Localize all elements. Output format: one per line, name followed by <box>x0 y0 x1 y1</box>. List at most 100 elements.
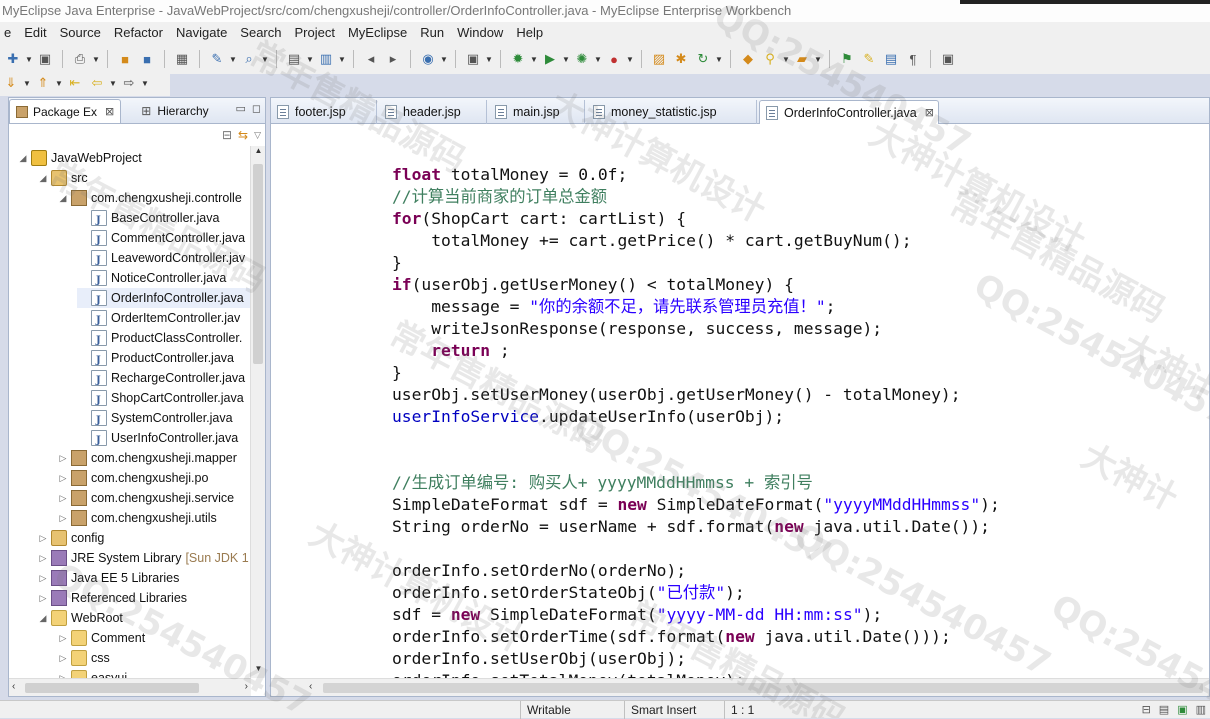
prev-annotation-icon[interactable]: ⇑ <box>32 72 54 94</box>
code-line[interactable]: SimpleDateFormat sdf = new SimpleDateFor… <box>392 494 1000 516</box>
close-icon[interactable]: ⊠ <box>105 105 114 118</box>
tree-item-java[interactable]: OrderInfoController.java <box>77 288 251 311</box>
collapsed-arrow-icon[interactable]: ▷ <box>57 628 69 648</box>
tree-vertical-scrollbar[interactable]: ▲ ▼ <box>250 146 265 678</box>
server-icon[interactable]: ■ <box>114 48 136 70</box>
task-icon[interactable]: ◆ <box>737 48 759 70</box>
collapsed-arrow-icon[interactable]: ▷ <box>57 668 69 678</box>
menu-item-project[interactable]: Project <box>295 22 335 44</box>
editor-tab[interactable]: OrderInfoController.java ⊠ <box>759 100 939 124</box>
tree-item-project[interactable]: ◢ JavaWebProject <box>17 148 251 168</box>
dropdown-chevron-down-icon[interactable]: ▼ <box>54 79 64 88</box>
dropdown-chevron-down-icon[interactable]: ▼ <box>625 55 635 64</box>
search-icon[interactable]: ⌕ <box>238 48 260 70</box>
tree-item-java[interactable]: ProductClassController. <box>77 328 251 351</box>
tree-item-java[interactable]: RechargeController.java <box>77 368 251 391</box>
code-line[interactable]: return ; <box>392 340 509 362</box>
code-line[interactable]: //生成订单编号: 购买人+ yyyyMMddHHmmss + 索引号 <box>392 472 813 494</box>
scroll-down-icon[interactable]: ▼ <box>251 664 266 678</box>
code-line[interactable]: float totalMoney = 0.0f; <box>392 164 627 186</box>
build-icon[interactable]: ✹ <box>507 48 529 70</box>
progress-icon[interactable]: ⊟ <box>1142 703 1151 716</box>
code-line[interactable]: sdf = new SimpleDateFormat("yyyy-MM-dd H… <box>392 604 882 626</box>
dropdown-chevron-down-icon[interactable]: ▼ <box>260 55 270 64</box>
code-line[interactable]: } <box>392 362 402 384</box>
collapsed-arrow-icon[interactable]: ▷ <box>57 648 69 668</box>
dropdown-chevron-down-icon[interactable]: ▼ <box>305 55 315 64</box>
heap-icon[interactable]: ▤ <box>1159 703 1169 716</box>
open-type-icon[interactable]: ✎ <box>206 48 228 70</box>
new-package-icon[interactable]: ▨ <box>648 48 670 70</box>
collapse-all-icon[interactable]: ⊟ <box>222 128 232 142</box>
code-line[interactable]: for(ShopCart cart: cartList) { <box>392 208 686 230</box>
view-menu-chevron-down-icon[interactable]: ▽ <box>254 130 261 141</box>
perspective-debug-icon[interactable]: ▣ <box>937 48 959 70</box>
tree-item-java[interactable]: LeavewordController.jav <box>77 248 251 271</box>
editor-horizontal-scrollbar[interactable]: ‹ <box>271 678 1209 696</box>
tree-item-java[interactable]: UserInfoController.java <box>77 428 251 451</box>
tree-item-pkg[interactable]: ▷ com.chengxusheji.utils <box>57 508 251 528</box>
back-icon[interactable]: ◂ <box>360 48 382 70</box>
collapsed-arrow-icon[interactable]: ▷ <box>37 588 49 608</box>
tree-item-java[interactable]: SystemController.java <box>77 408 251 431</box>
menu-item-refactor[interactable]: Refactor <box>114 22 163 44</box>
highlight-icon[interactable]: ✎ <box>858 48 880 70</box>
code-line[interactable]: userObj.setUserMoney(userObj.getUserMone… <box>392 384 961 406</box>
dropdown-chevron-down-icon[interactable]: ▼ <box>337 55 347 64</box>
code-line[interactable]: if(userObj.getUserMoney() < totalMoney) … <box>392 274 794 296</box>
scroll-right-icon[interactable]: › <box>245 681 248 692</box>
maximize-icon[interactable]: ◻ <box>252 102 261 115</box>
tree-item-folder[interactable]: ▷ css <box>57 648 251 668</box>
menu-item-window[interactable]: Window <box>457 22 503 44</box>
tree-item-java[interactable]: ShopCartController.java <box>77 388 251 411</box>
page-icon[interactable]: ▥ <box>315 48 337 70</box>
dropdown-chevron-down-icon[interactable]: ▼ <box>714 55 724 64</box>
collapsed-arrow-icon[interactable]: ▷ <box>57 468 69 488</box>
editor-tab[interactable]: main.jsp <box>489 100 585 124</box>
folder-open-icon[interactable]: ▰ <box>791 48 813 70</box>
code-line[interactable]: writeJsonResponse(response, success, mes… <box>392 318 882 340</box>
expanded-arrow-icon[interactable]: ◢ <box>37 608 49 628</box>
menu-item-source[interactable]: Source <box>60 22 101 44</box>
link-with-editor-icon[interactable]: ⇆ <box>238 128 248 142</box>
code-line[interactable]: orderInfo.setUserObj(userObj); <box>392 648 686 670</box>
dropdown-chevron-down-icon[interactable]: ▼ <box>781 55 791 64</box>
expanded-arrow-icon[interactable]: ◢ <box>57 188 69 208</box>
scroll-left-icon[interactable]: ‹ <box>309 681 312 692</box>
expanded-arrow-icon[interactable]: ◢ <box>17 148 29 168</box>
dropdown-chevron-down-icon[interactable]: ▼ <box>22 79 32 88</box>
editor-tab[interactable]: money_statistic.jsp <box>587 100 757 124</box>
minimize-icon[interactable]: ▭ <box>235 102 245 115</box>
tree-item-lib[interactable]: ▷ Referenced Libraries <box>37 588 251 608</box>
dropdown-chevron-down-icon[interactable]: ▼ <box>529 55 539 64</box>
menu-item-search[interactable]: Search <box>240 22 281 44</box>
dropdown-chevron-down-icon[interactable]: ▼ <box>140 79 150 88</box>
tree-item-java[interactable]: CommentController.java <box>77 228 251 251</box>
collapsed-arrow-icon[interactable]: ▷ <box>37 568 49 588</box>
print-icon[interactable]: ⎙ <box>69 48 91 70</box>
tab-package-explorer[interactable]: Package Ex ⊠ <box>9 99 122 123</box>
refresh-icon[interactable]: ↻ <box>692 48 714 70</box>
last-edit-icon[interactable]: ⇤ <box>64 72 86 94</box>
tree-item-pkg[interactable]: ▷ com.chengxusheji.mapper <box>57 448 251 468</box>
new-class-icon[interactable]: ✱ <box>670 48 692 70</box>
deploy-icon[interactable]: ■ <box>136 48 158 70</box>
run-icon[interactable]: ▶ <box>539 48 561 70</box>
close-icon[interactable]: ⊠ <box>925 106 934 119</box>
forward-nav-icon[interactable]: ⇨ <box>118 72 140 94</box>
debug-icon[interactable]: ✺ <box>571 48 593 70</box>
tree-item-folder[interactable]: ◢ WebRoot <box>37 608 251 628</box>
dropdown-chevron-down-icon[interactable]: ▼ <box>439 55 449 64</box>
lock-icon[interactable]: ▦ <box>171 48 193 70</box>
code-line[interactable]: orderInfo.setOrderTime(sdf.format(new ja… <box>392 626 951 648</box>
tree-item-java[interactable]: NoticeController.java <box>77 268 251 291</box>
dropdown-chevron-down-icon[interactable]: ▼ <box>561 55 571 64</box>
scroll-left-icon[interactable]: ‹ <box>12 681 15 692</box>
code-line[interactable]: String orderNo = userName + sdf.format(n… <box>392 516 990 538</box>
browser-icon[interactable]: ◉ <box>417 48 439 70</box>
dropdown-chevron-down-icon[interactable]: ▼ <box>484 55 494 64</box>
code-line[interactable]: orderInfo.setOrderStateObj("已付款"); <box>392 582 745 604</box>
editor-tab[interactable]: header.jsp <box>379 100 487 124</box>
dropdown-chevron-down-icon[interactable]: ▼ <box>24 55 34 64</box>
code-line[interactable]: userInfoService.updateUserInfo(userObj); <box>392 406 784 428</box>
